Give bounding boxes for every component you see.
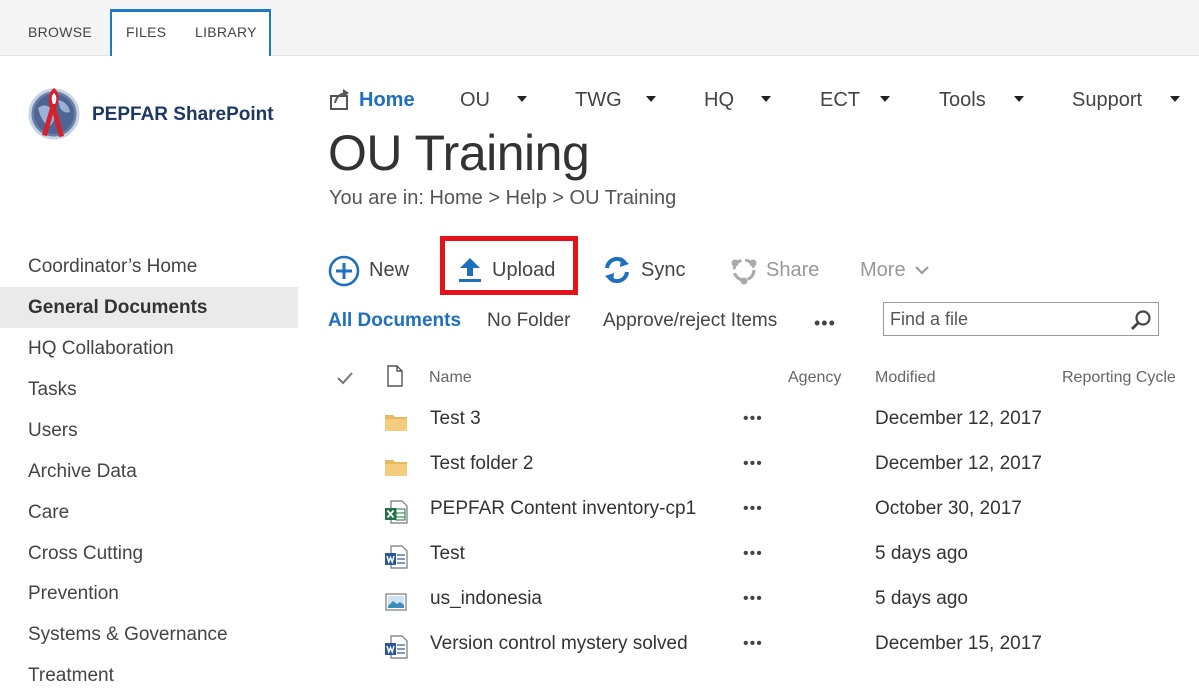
- modified-date: October 30, 2017: [875, 498, 1022, 519]
- topnav-hq[interactable]: HQ: [704, 86, 734, 114]
- table-row[interactable]: Test ••• 5 days ago: [330, 535, 1199, 580]
- table-row[interactable]: PEPFAR Content inventory-cp1 ••• October…: [330, 490, 1199, 535]
- leftnav-item-prevention[interactable]: Prevention: [0, 573, 298, 614]
- file-name-link[interactable]: Test folder 2: [430, 453, 534, 475]
- view-no-folder[interactable]: No Folder: [487, 307, 570, 335]
- word-file-icon: [385, 545, 408, 569]
- share-button-label: Share: [766, 259, 820, 281]
- file-name-link[interactable]: Test 3: [430, 408, 481, 430]
- chevron-down-icon: [915, 266, 929, 275]
- breadcrumb: You are in: Home > Help > OU Training: [329, 187, 677, 209]
- search-icon[interactable]: [1130, 309, 1152, 331]
- logo-text: PEPFAR SharePoint: [92, 104, 274, 125]
- upload-button-label: Upload: [492, 259, 556, 281]
- table-row[interactable]: Version control mystery solved ••• Decem…: [330, 625, 1199, 670]
- upload-arrow-icon: [459, 258, 481, 282]
- column-header-modified[interactable]: Modified: [875, 367, 935, 389]
- row-ellipsis-menu[interactable]: •••: [743, 410, 763, 428]
- row-ellipsis-menu[interactable]: •••: [743, 635, 763, 653]
- share-icon: [731, 258, 757, 285]
- twg-dropdown-caret-icon[interactable]: [646, 96, 656, 102]
- more-button-label: More: [860, 259, 906, 281]
- column-header-agency[interactable]: Agency: [788, 367, 841, 389]
- find-file-search-box: [883, 302, 1159, 336]
- ribbon-tab-files[interactable]: FILES: [126, 9, 166, 56]
- leftnav-item-users[interactable]: Users: [0, 410, 298, 451]
- modified-date: December 12, 2017: [875, 453, 1042, 474]
- ect-dropdown-caret-icon[interactable]: [880, 96, 890, 102]
- row-ellipsis-menu[interactable]: •••: [743, 500, 763, 518]
- folder-icon: [385, 460, 407, 476]
- file-name-link[interactable]: PEPFAR Content inventory-cp1: [430, 498, 696, 520]
- topnav-support[interactable]: Support: [1072, 86, 1142, 114]
- table-row[interactable]: us_indonesia ••• 5 days ago: [330, 580, 1199, 625]
- modified-date: December 12, 2017: [875, 408, 1042, 429]
- folder-icon: [385, 415, 407, 431]
- tools-dropdown-caret-icon[interactable]: [1014, 96, 1024, 102]
- views-more-ellipsis[interactable]: •••: [814, 313, 836, 334]
- table-row[interactable]: Test folder 2 ••• December 12, 2017: [330, 445, 1199, 490]
- leftnav-item-care[interactable]: Care: [0, 492, 298, 533]
- ribbon-tab-browse[interactable]: BROWSE: [28, 9, 92, 56]
- topnav-home[interactable]: Home: [359, 86, 415, 114]
- sync-icon: [605, 256, 629, 284]
- find-file-input[interactable]: [890, 306, 1120, 332]
- row-ellipsis-menu[interactable]: •••: [743, 590, 763, 608]
- page-title: OU Training: [328, 125, 590, 181]
- image-file-icon: [385, 593, 407, 611]
- excel-file-icon: [385, 500, 408, 524]
- row-ellipsis-menu[interactable]: •••: [743, 455, 763, 473]
- leftnav-item-coordinators-home[interactable]: Coordinator’s Home: [0, 246, 298, 287]
- modified-date: 5 days ago: [875, 543, 968, 564]
- table-row[interactable]: Test 3 ••• December 12, 2017: [330, 400, 1199, 445]
- ribbon-bar: BROWSE FILES LIBRARY: [0, 0, 1199, 56]
- column-header-reporting-cycle[interactable]: Reporting Cycle: [1062, 367, 1176, 389]
- leftnav-item-archive-data[interactable]: Archive Data: [0, 451, 298, 492]
- ribbon-tab-library[interactable]: LIBRARY: [195, 9, 257, 56]
- leftnav-item-general-documents[interactable]: General Documents: [0, 287, 298, 328]
- leftnav-item-hq-collaboration[interactable]: HQ Collaboration: [0, 328, 298, 369]
- select-all-checkmark-icon[interactable]: [336, 369, 354, 387]
- topnav-ect[interactable]: ECT: [820, 86, 860, 114]
- topnav-twg[interactable]: TWG: [575, 86, 622, 114]
- file-type-column-icon: [387, 365, 403, 387]
- plus-circle-icon: [328, 255, 360, 287]
- file-name-link[interactable]: Version control mystery solved: [430, 633, 688, 655]
- ou-dropdown-caret-icon[interactable]: [517, 96, 527, 102]
- sync-button-label: Sync: [641, 259, 686, 281]
- new-button-label: New: [369, 259, 410, 281]
- share-home-icon[interactable]: [329, 87, 353, 111]
- more-button[interactable]: More: [860, 254, 929, 288]
- word-file-icon: [385, 635, 408, 659]
- view-approve-reject-items[interactable]: Approve/reject Items: [603, 307, 777, 335]
- leftnav-item-tasks[interactable]: Tasks: [0, 369, 298, 410]
- support-dropdown-caret-icon[interactable]: [1170, 96, 1180, 102]
- leftnav-item-systems-governance[interactable]: Systems & Governance: [0, 614, 298, 655]
- leftnav-item-treatment[interactable]: Treatment: [0, 655, 298, 692]
- topnav-tools[interactable]: Tools: [939, 86, 986, 114]
- row-ellipsis-menu[interactable]: •••: [743, 545, 763, 563]
- leftnav-item-cross-cutting[interactable]: Cross Cutting: [0, 533, 298, 574]
- hq-dropdown-caret-icon[interactable]: [761, 96, 771, 102]
- modified-date: December 15, 2017: [875, 633, 1042, 654]
- column-header-name[interactable]: Name: [429, 367, 472, 389]
- file-name-link[interactable]: us_indonesia: [430, 588, 542, 610]
- modified-date: 5 days ago: [875, 588, 968, 609]
- topnav-ou[interactable]: OU: [460, 86, 490, 114]
- view-all-documents[interactable]: All Documents: [328, 307, 461, 335]
- site-logo[interactable]: PEPFAR SharePoint: [28, 80, 298, 150]
- globe-ribbon-logo-icon: [28, 88, 80, 140]
- file-name-link[interactable]: Test: [430, 543, 465, 565]
